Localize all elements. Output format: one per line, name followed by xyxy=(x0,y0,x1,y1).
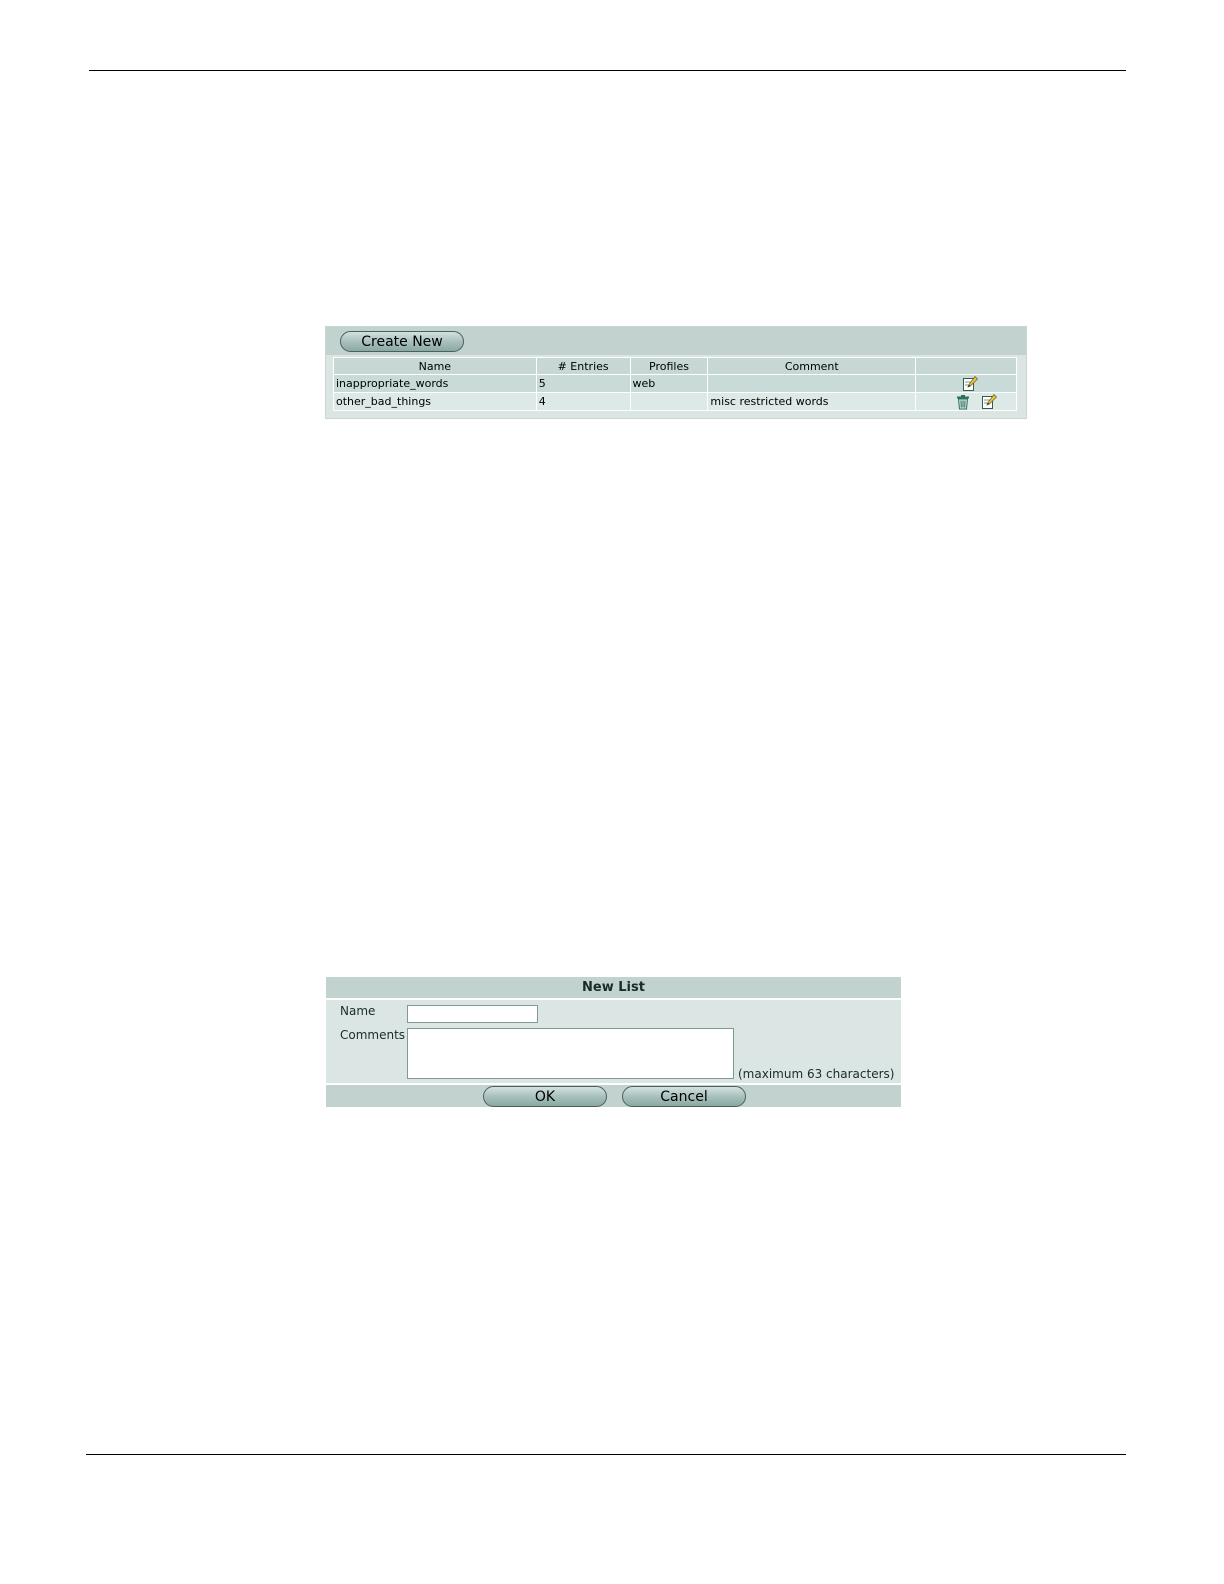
list-toolbar: Create New xyxy=(326,327,1026,355)
ok-button[interactable]: OK xyxy=(483,1086,607,1107)
cell-actions xyxy=(915,374,1017,393)
table-row[interactable]: inappropriate_words 5 web xyxy=(333,374,1017,393)
cell-comment xyxy=(707,374,917,393)
column-header-entries[interactable]: # Entries xyxy=(535,357,631,375)
cell-name: other_bad_things xyxy=(333,392,537,411)
comments-textarea[interactable] xyxy=(407,1028,734,1079)
name-label: Name xyxy=(340,1004,376,1018)
column-header-comment[interactable]: Comment xyxy=(707,357,917,375)
edit-icon[interactable] xyxy=(981,393,997,410)
column-header-profiles[interactable]: Profiles xyxy=(629,357,709,375)
word-list-panel: Create New Name # Entries Profiles Comme… xyxy=(325,326,1027,419)
cell-entries: 4 xyxy=(535,392,631,411)
new-list-dialog: New List Name Comments (maximum 63 chara… xyxy=(326,977,901,1107)
cell-actions xyxy=(915,392,1017,411)
table-header-row: Name # Entries Profiles Comment xyxy=(333,357,1017,375)
table-row[interactable]: other_bad_things 4 misc restricted words xyxy=(333,392,1017,411)
dialog-footer: OK Cancel xyxy=(326,1083,901,1107)
trash-icon[interactable] xyxy=(955,394,971,410)
page-bottom-rule xyxy=(86,1454,1126,1455)
cell-profiles: web xyxy=(629,374,709,393)
cancel-button[interactable]: Cancel xyxy=(622,1086,746,1107)
column-header-actions xyxy=(915,357,1017,375)
comments-label: Comments xyxy=(340,1028,406,1042)
create-new-button[interactable]: Create New xyxy=(340,331,464,352)
dialog-title: New List xyxy=(326,977,901,1000)
max-length-hint: (maximum 63 characters) xyxy=(738,1067,895,1081)
column-header-name[interactable]: Name xyxy=(333,357,537,375)
page-top-rule xyxy=(89,70,1126,71)
word-list-table: Name # Entries Profiles Comment inapprop… xyxy=(333,357,1017,411)
cell-comment: misc restricted words xyxy=(707,392,917,411)
cell-profiles xyxy=(629,392,709,411)
edit-icon[interactable] xyxy=(962,375,979,392)
name-input[interactable] xyxy=(407,1005,538,1023)
cell-name: inappropriate_words xyxy=(333,374,537,393)
cell-entries: 5 xyxy=(535,374,631,393)
